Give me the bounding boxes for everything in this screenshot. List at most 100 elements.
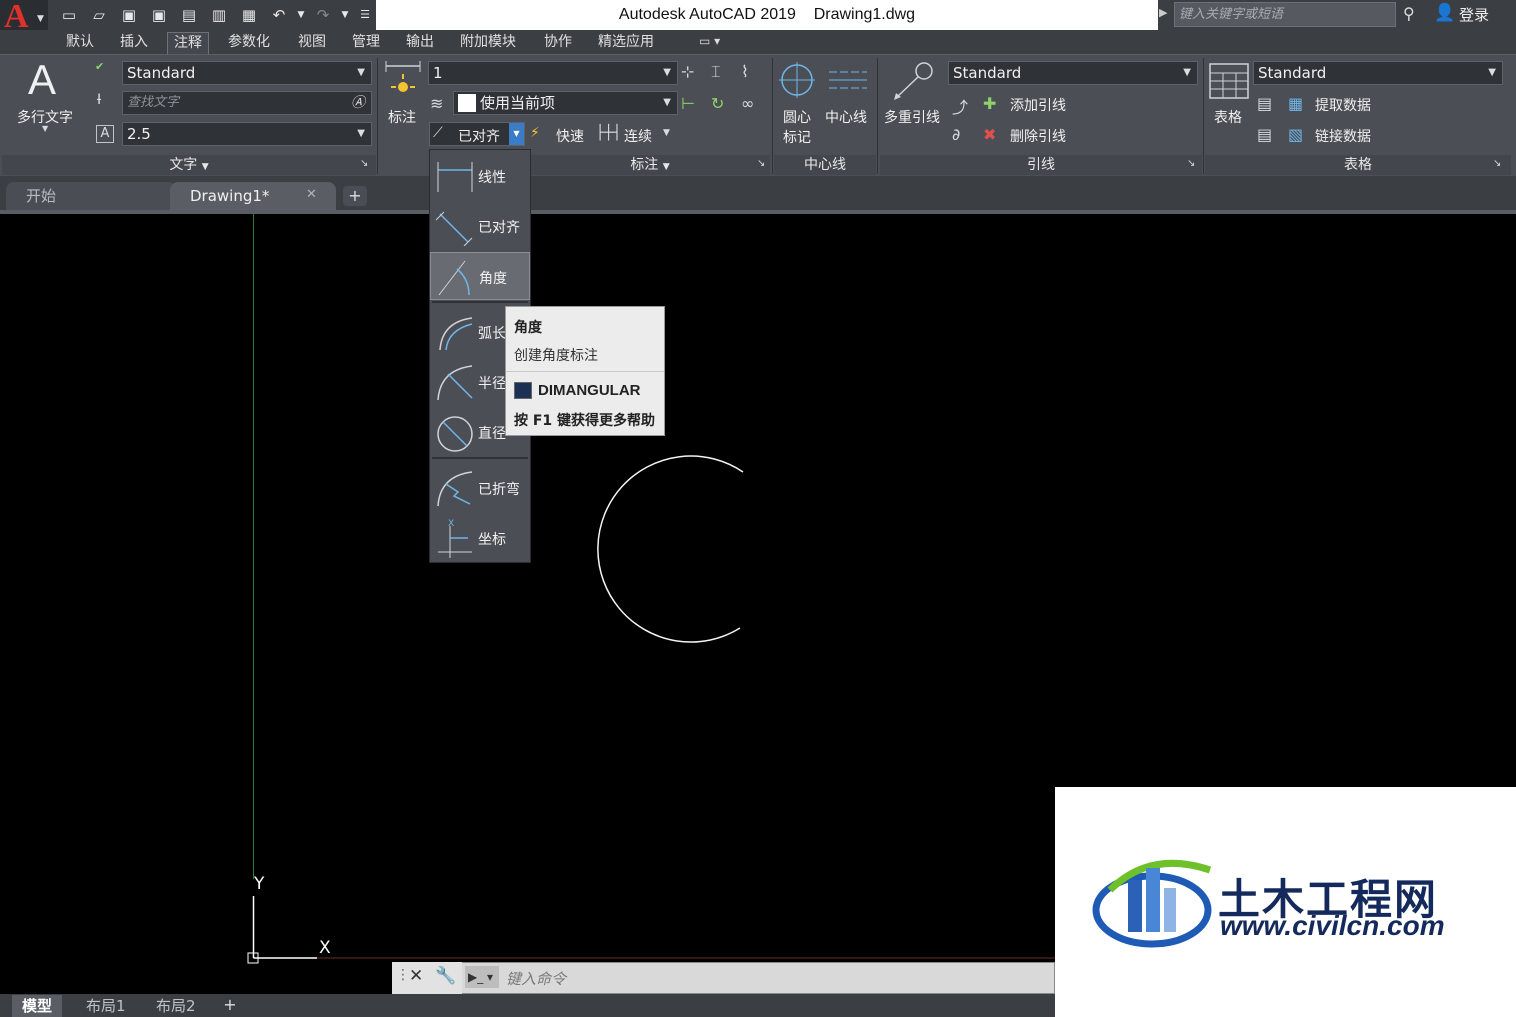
table-icon[interactable] xyxy=(1209,63,1249,99)
tab-addins[interactable]: 附加模块 xyxy=(454,32,522,54)
table-style-select[interactable]: Standard ▼ xyxy=(1253,61,1503,85)
dimension-type-dropdown-arrow[interactable]: ▼ xyxy=(509,123,524,145)
dialog-launcher-icon[interactable]: ↘ xyxy=(360,158,368,169)
dim-panel-footer[interactable]: 标注 ▼ xyxy=(530,155,770,175)
text-height-select[interactable]: 2.5 ▼ xyxy=(122,122,372,146)
web-open-icon[interactable]: ▤ xyxy=(178,4,200,26)
extract-data-button[interactable]: 提取数据 xyxy=(1315,95,1371,115)
jog-line-icon[interactable]: ⌇ xyxy=(741,62,749,81)
spell-check-icon[interactable]: ✔ xyxy=(95,60,104,73)
undo-dropdown-icon[interactable]: ▼ xyxy=(290,4,312,26)
text-panel-footer[interactable]: 文字 ▼ xyxy=(2,155,376,175)
link-data-button[interactable]: 链接数据 xyxy=(1315,126,1371,146)
centerline-button[interactable]: 中心线 xyxy=(825,107,867,127)
find-text-input[interactable]: 查找文字 Ⓐ xyxy=(122,91,372,115)
ribbon-minimize-icon[interactable]: ▭ ▾ xyxy=(699,34,720,48)
close-icon[interactable]: ✕ xyxy=(306,187,317,202)
centerline-icon[interactable] xyxy=(829,68,867,92)
search-icon[interactable]: Ⓐ xyxy=(351,92,365,114)
update-icon[interactable]: ↻ xyxy=(711,94,724,113)
leader-collect-icon[interactable]: ∂ xyxy=(952,125,960,144)
save-icon[interactable]: ▣ xyxy=(118,4,140,26)
command-prompt-icon[interactable]: ▶_ ▾ xyxy=(465,966,499,988)
leader-align-icon[interactable]: ⤴ xyxy=(952,94,968,118)
table-panel-footer[interactable]: 表格 xyxy=(1205,155,1511,175)
multileader-style-select[interactable]: Standard ▼ xyxy=(948,61,1198,85)
text-style-select[interactable]: Standard ▼ xyxy=(122,61,372,85)
search-input[interactable]: 键入关键字或短语 xyxy=(1174,2,1396,27)
tab-collaborate[interactable]: 协作 xyxy=(538,32,578,54)
tab-view[interactable]: 视图 xyxy=(292,32,332,54)
tab-layout2[interactable]: 布局2 xyxy=(146,995,206,1017)
multileader-icon[interactable] xyxy=(890,60,934,102)
tab-start[interactable]: 开始 xyxy=(6,182,176,210)
continue-dimension-button[interactable]: 连续 xyxy=(624,126,652,146)
leader-panel-footer[interactable]: 引线 xyxy=(880,155,1202,175)
remove-leader-button[interactable]: 删除引线 xyxy=(1010,126,1066,146)
add-layout-plus-icon[interactable]: + xyxy=(218,995,242,1015)
table-button[interactable]: 表格 xyxy=(1214,107,1242,127)
centerline-panel-footer[interactable]: 中心线 xyxy=(774,155,876,175)
center-mark-icon[interactable] xyxy=(779,62,815,98)
reassociate-icon[interactable]: ∞ xyxy=(741,94,754,113)
close-icon[interactable]: ✕ xyxy=(409,966,423,986)
application-menu-button[interactable]: A ▼ xyxy=(0,0,48,35)
menu-item-aligned[interactable]: 已对齐 xyxy=(430,202,530,250)
redo-icon[interactable]: ↷ xyxy=(312,4,334,26)
user-icon[interactable]: 👤 xyxy=(1434,3,1455,23)
dim-style-select[interactable]: 1 ▼ xyxy=(428,61,678,85)
dimension-icon[interactable] xyxy=(383,60,423,100)
dimension-button[interactable]: 标注 xyxy=(388,107,416,127)
link-data-icon[interactable]: ▧ xyxy=(1288,125,1303,144)
continue-dimension-icon[interactable]: ├┼┤ xyxy=(596,125,621,141)
tab-default[interactable]: 默认 xyxy=(60,32,100,54)
web-save-icon[interactable]: ▥ xyxy=(208,4,230,26)
center-mark-label-1[interactable]: 圆心 xyxy=(783,107,811,127)
data-extraction-icon[interactable]: ▤ xyxy=(1257,94,1272,113)
menu-item-linear[interactable]: 线性 xyxy=(430,152,530,200)
tab-insert[interactable]: 插入 xyxy=(114,32,154,54)
center-mark-label-2[interactable]: 标记 xyxy=(783,127,811,147)
menu-item-angular[interactable]: 角度 xyxy=(430,252,530,300)
redo-dropdown-icon[interactable]: ▼ xyxy=(334,4,356,26)
remove-leader-icon[interactable]: ✖ xyxy=(983,125,996,144)
plot-icon[interactable]: ▦ xyxy=(238,4,260,26)
binoculars-icon[interactable]: ⚲ xyxy=(1403,4,1415,23)
open-file-icon[interactable]: ▱ xyxy=(88,4,110,26)
chevron-down-icon[interactable]: ▼ xyxy=(663,128,670,138)
chevron-down-icon[interactable]: ▼ xyxy=(42,124,48,133)
tab-layout1[interactable]: 布局1 xyxy=(76,995,136,1017)
dialog-launcher-icon[interactable]: ↘ xyxy=(1187,158,1195,169)
save-as-icon[interactable]: ▣ xyxy=(148,4,170,26)
tab-parametric[interactable]: 参数化 xyxy=(222,32,276,54)
inspect-icon[interactable]: ⊢ xyxy=(681,94,695,113)
wrench-icon[interactable]: 🔧 xyxy=(435,966,456,986)
tab-annotate[interactable]: 注释 xyxy=(167,32,209,54)
tab-featured-apps[interactable]: 精选应用 xyxy=(592,32,660,54)
tab-manage[interactable]: 管理 xyxy=(346,32,386,54)
search-expand-icon[interactable]: ▶ xyxy=(1159,6,1167,19)
multiline-text-icon[interactable]: A xyxy=(28,56,56,104)
dim-layer-select[interactable]: 使用当前项 ▼ xyxy=(453,91,678,115)
customize-toolbar-icon[interactable]: ☰ xyxy=(354,4,376,26)
login-link[interactable]: 登录 xyxy=(1459,4,1489,25)
menu-item-ordinate[interactable]: X 坐标 xyxy=(430,514,530,562)
dim-break-icon[interactable]: ⊹ xyxy=(681,62,694,81)
add-leader-icon[interactable]: ✚ xyxy=(983,94,996,113)
dialog-launcher-icon[interactable]: ↘ xyxy=(1493,158,1501,169)
add-leader-button[interactable]: 添加引线 xyxy=(1010,95,1066,115)
extract-data-icon[interactable]: ▦ xyxy=(1288,94,1303,113)
tab-output[interactable]: 输出 xyxy=(400,32,440,54)
undo-icon[interactable]: ↶ xyxy=(268,4,290,26)
menu-item-jogged[interactable]: 已折弯 xyxy=(430,464,530,512)
new-tab-plus-icon[interactable]: + xyxy=(343,186,367,206)
tab-model[interactable]: 模型 xyxy=(12,995,63,1017)
quick-dimension-icon[interactable]: ⚡ xyxy=(530,125,540,141)
grip-icon[interactable]: ⋮ xyxy=(396,967,410,983)
dim-adjust-space-icon[interactable]: ⌶ xyxy=(711,62,721,82)
layer-stack-icon[interactable]: ≋ xyxy=(430,94,443,113)
dialog-launcher-icon[interactable]: ↘ xyxy=(757,158,765,169)
quick-dimension-button[interactable]: 快速 xyxy=(556,126,584,146)
new-file-icon[interactable]: ▭ xyxy=(58,4,80,26)
multileader-button[interactable]: 多重引线 xyxy=(884,107,940,127)
